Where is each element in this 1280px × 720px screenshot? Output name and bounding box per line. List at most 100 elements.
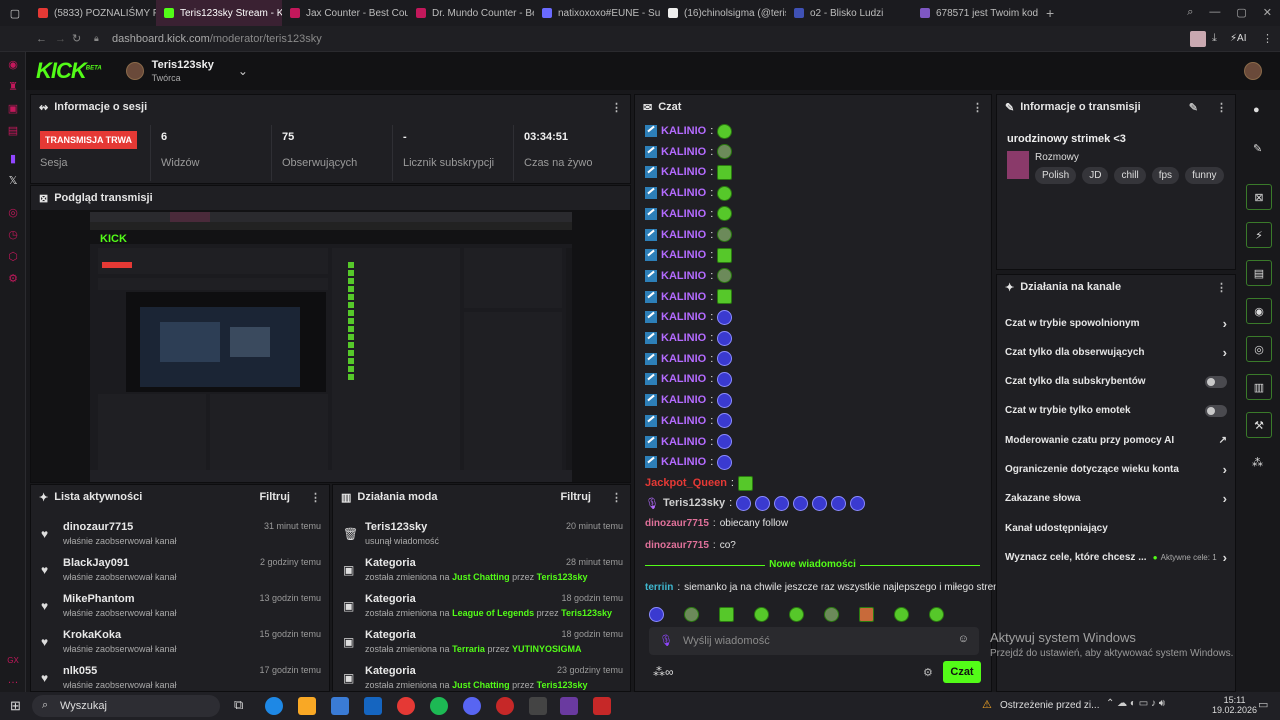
chat-username[interactable]: KALINIO bbox=[661, 436, 706, 448]
twitch-icon[interactable]: ▮ bbox=[0, 152, 26, 165]
back-icon[interactable]: ← bbox=[36, 33, 47, 45]
filter-button[interactable]: Filtruj bbox=[560, 491, 591, 503]
preview-tool-button[interactable]: ⊠ bbox=[1246, 184, 1272, 210]
tag-chip[interactable]: fps bbox=[1151, 167, 1180, 184]
reload-icon[interactable]: ↻ bbox=[72, 32, 81, 45]
emote[interactable] bbox=[894, 607, 909, 622]
emote[interactable] bbox=[719, 607, 734, 622]
toggle-switch[interactable] bbox=[1205, 375, 1227, 388]
broadcast-tool-button[interactable]: ◎ bbox=[1246, 336, 1272, 362]
tray-icons[interactable]: ⌃ ☁ ◐ ▭ ♪ 🔊︎ bbox=[1106, 698, 1165, 709]
chat-username[interactable]: KALINIO bbox=[661, 146, 706, 158]
tools-tool-button[interactable]: ⚒︎ bbox=[1246, 412, 1272, 438]
tab-actions-icon[interactable]: ▢ bbox=[0, 0, 30, 26]
sidebar-icon-6[interactable]: ⬡ bbox=[0, 250, 26, 263]
info-icon[interactable]: ● bbox=[1253, 104, 1260, 116]
sidebar-icon-3[interactable]: ▣ bbox=[0, 102, 26, 115]
notification-icon[interactable]: ▭ bbox=[1258, 698, 1268, 711]
chat-input[interactable]: 🎙︎ Wyślij wiadomość ☺ bbox=[649, 627, 979, 655]
channel-action-item[interactable]: Moderowanie czatu przy pomocy AI ↗ bbox=[997, 426, 1235, 454]
explorer-icon[interactable] bbox=[298, 697, 316, 715]
chat-username[interactable]: KALINIO bbox=[661, 208, 706, 220]
chat-username[interactable]: KALINIO bbox=[661, 249, 706, 261]
emote[interactable] bbox=[859, 607, 874, 622]
channel-action-item[interactable]: Zakazane słowa › bbox=[997, 485, 1235, 513]
chat-username[interactable]: KALINIO bbox=[661, 456, 706, 468]
tab-6[interactable]: (16)chinolsigma (@teris12 bbox=[660, 0, 786, 26]
chat-username[interactable]: KALINIO bbox=[661, 291, 706, 303]
chat-username[interactable]: KALINIO bbox=[661, 187, 706, 199]
browser-menu-icon[interactable]: ⋮ bbox=[1262, 32, 1273, 45]
more-icon[interactable]: … bbox=[0, 674, 26, 686]
tab-3[interactable]: Jax Counter - Best Counte bbox=[282, 0, 408, 26]
tab-7[interactable]: o2 - Blisko Ludzi bbox=[786, 0, 912, 26]
more-options-icon[interactable]: ⋮ bbox=[611, 491, 622, 504]
start-icon[interactable]: ⊞ bbox=[10, 698, 21, 714]
emote[interactable] bbox=[824, 607, 839, 622]
x-icon[interactable]: 𝕏 bbox=[0, 174, 26, 187]
sidebar-icon-1[interactable]: ◉ bbox=[0, 58, 26, 71]
chat-username[interactable]: KALINIO bbox=[661, 353, 706, 365]
app-icon-5[interactable] bbox=[593, 697, 611, 715]
more-options-icon[interactable]: ⋮ bbox=[310, 491, 321, 504]
search-tabs-icon[interactable]: ⌕ bbox=[1187, 6, 1193, 19]
more-options-icon[interactable]: ⋮ bbox=[611, 101, 622, 114]
more-options-icon[interactable]: ⋮ bbox=[1216, 281, 1227, 294]
notes-tool-button[interactable]: ▤ bbox=[1246, 260, 1272, 286]
chat-username[interactable]: Teris123sky bbox=[663, 497, 725, 509]
minimize-icon[interactable]: — bbox=[1209, 6, 1220, 19]
gx-icon[interactable]: GX bbox=[0, 656, 26, 665]
lightning-tool-button[interactable]: ⚡︎ bbox=[1246, 222, 1272, 248]
chat-settings-icon[interactable]: ⚙︎ bbox=[923, 666, 933, 679]
close-window-icon[interactable]: ✕ bbox=[1263, 6, 1272, 19]
app-icon[interactable] bbox=[331, 697, 349, 715]
more-options-icon[interactable]: ⋮ bbox=[972, 101, 983, 114]
edge-icon[interactable] bbox=[265, 697, 283, 715]
sidebar-icon-2[interactable]: ♜ bbox=[0, 80, 26, 93]
profile-avatar[interactable] bbox=[1190, 31, 1206, 47]
history-icon[interactable]: ◷ bbox=[0, 228, 26, 241]
user-avatar[interactable] bbox=[1244, 62, 1262, 80]
tag-chip[interactable]: funny bbox=[1185, 167, 1224, 184]
emote[interactable] bbox=[929, 607, 944, 622]
tab-1[interactable]: (5833) POZNALIŚMY PEŁ bbox=[30, 0, 156, 26]
new-messages-divider[interactable]: Nowe wiadomości bbox=[645, 559, 980, 570]
new-tab-button[interactable]: + bbox=[1038, 5, 1062, 21]
kick-logo[interactable]: KICKBETA bbox=[36, 58, 102, 84]
chat-username[interactable]: dinozaur7715 bbox=[645, 518, 709, 529]
notification-text[interactable]: Ostrzeżenie przed zi... bbox=[1000, 700, 1099, 711]
settings-icon[interactable]: ⚙︎ bbox=[0, 272, 26, 285]
channel-action-item[interactable]: Kanał udostępniający bbox=[997, 514, 1235, 542]
chat-username[interactable]: KALINIO bbox=[661, 166, 706, 178]
edit-icon[interactable]: ✎ bbox=[1189, 101, 1198, 114]
channel-action-item[interactable]: Czat w trybie spowolnionym › bbox=[997, 309, 1235, 337]
chat-users-icon[interactable]: ⁂∞ bbox=[653, 665, 674, 679]
forward-icon[interactable]: → bbox=[55, 33, 66, 45]
sidebar-icon-5[interactable]: ◎ bbox=[0, 206, 26, 219]
store-icon[interactable] bbox=[364, 697, 382, 715]
chat-username[interactable]: KALINIO bbox=[661, 373, 706, 385]
tab-8[interactable]: 678571 jest Twoim kodem bbox=[912, 0, 1038, 26]
chat-username[interactable]: KALINIO bbox=[661, 125, 706, 137]
emote-picker-icon[interactable]: ☺ bbox=[958, 633, 969, 645]
emote[interactable] bbox=[684, 607, 699, 622]
spotify-icon[interactable] bbox=[430, 697, 448, 715]
emote[interactable] bbox=[789, 607, 804, 622]
channel-action-item[interactable]: Ograniczenie dotyczące wieku konta › bbox=[997, 456, 1235, 484]
tab-4[interactable]: Dr. Mundo Counter - Best bbox=[408, 0, 534, 26]
tag-chip[interactable]: chill bbox=[1114, 167, 1146, 184]
clock[interactable]: 15:11 19.02.2026 bbox=[1212, 695, 1257, 715]
toggle-switch[interactable] bbox=[1205, 404, 1227, 417]
chat-username[interactable]: Jackpot_Queen bbox=[645, 477, 727, 489]
tab-5[interactable]: natixoxoxo#EUNE - Summ bbox=[534, 0, 660, 26]
channel-action-item[interactable]: Czat tylko dla subskrybentów bbox=[997, 368, 1235, 396]
tag-chip[interactable]: JD bbox=[1082, 167, 1109, 184]
discord-icon[interactable] bbox=[463, 697, 481, 715]
app-icon-3[interactable] bbox=[529, 697, 547, 715]
users-icon[interactable]: ⁂ bbox=[1252, 456, 1263, 469]
task-view-icon[interactable]: ⧉ bbox=[234, 697, 243, 713]
url-field[interactable]: dashboard.kick.com/moderator/teris123sky bbox=[112, 33, 322, 45]
chat-username[interactable]: KALINIO bbox=[661, 394, 706, 406]
chat-username[interactable]: terriin bbox=[645, 582, 673, 593]
maximize-icon[interactable]: ▢ bbox=[1236, 6, 1246, 19]
